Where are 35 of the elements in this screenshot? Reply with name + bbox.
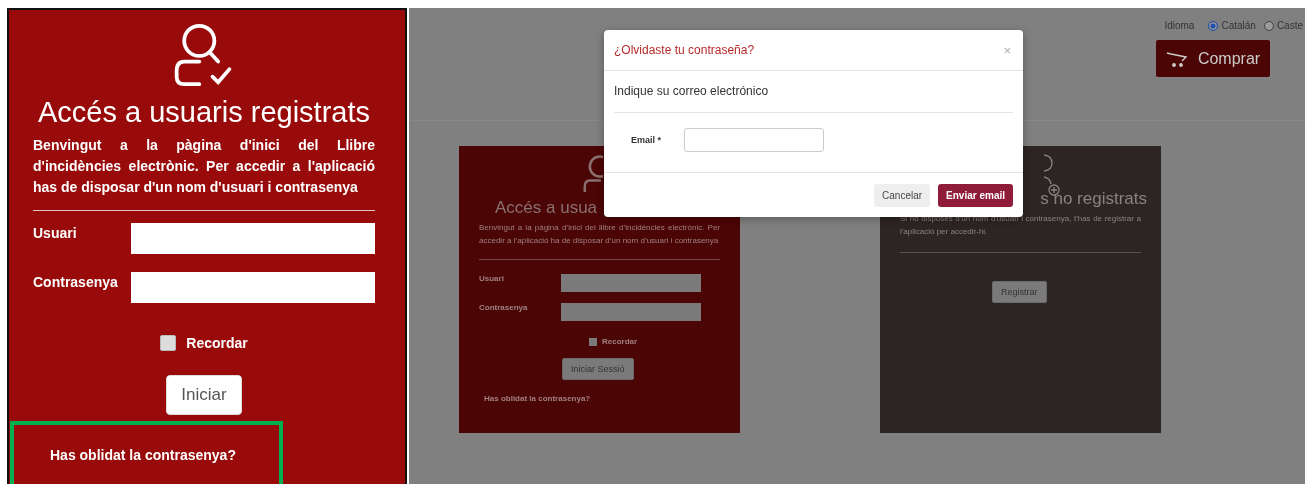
intro-text: Benvingut a la pàgina d’inici del llibre d’incidències electrònic. Per accedir a l’aplicació ha de disposar d’un nom d’usuari i contrasenya [479, 222, 720, 247]
language-label: Idioma [1164, 20, 1195, 31]
checkbox[interactable] [160, 335, 177, 351]
heading: Accés a usua [495, 198, 598, 218]
forgot-password-link[interactable]: Has oblidat la contrasenya? [484, 394, 720, 403]
intro-text: Benvingut a la pàgina d'inici del Llibre d'incidències electrònic. Per accedir a l'aplicació has de disposar d'un nom d'usuari i contrasenya [33, 136, 375, 197]
field-label: Usuari [33, 224, 78, 241]
email-field[interactable] [684, 128, 824, 152]
radio-label: Catalán [1221, 20, 1256, 31]
radio-button[interactable] [1208, 20, 1219, 31]
password-field[interactable] [131, 272, 375, 303]
modal-title: ¿Olvidaste tu contraseña? [614, 43, 755, 57]
username-field[interactable] [131, 223, 375, 254]
checkbox-label: Recordar [186, 335, 248, 351]
cancel-button[interactable]: Cancelar [874, 183, 931, 207]
radio-button[interactable] [1263, 20, 1274, 31]
radio-label: Caste [1276, 20, 1303, 31]
send-email-button[interactable]: Enviar email [938, 183, 1013, 207]
checkbox[interactable] [589, 337, 597, 346]
password-field[interactable] [561, 303, 701, 321]
user-plus-icon [1044, 153, 1060, 197]
prompt-text: Indique su correo electrónico [614, 71, 1013, 113]
field-label: Usuari [479, 274, 505, 283]
field-label: Contrasenya [33, 273, 119, 290]
heading: s no registrats [1040, 189, 1147, 209]
forgot-password-link[interactable]: Has oblidat la contrasenya? [50, 446, 236, 463]
username-field[interactable] [561, 274, 701, 292]
cart-icon [1165, 50, 1188, 67]
field-label: Contrasenya [479, 303, 529, 312]
checkbox-label: Recordar [602, 337, 638, 346]
user-check-icon [581, 154, 603, 192]
login-button[interactable]: Iniciar [166, 375, 242, 415]
heading: Accés a usuaris registrats [37, 96, 371, 129]
buy-button[interactable]: Comprar [1156, 40, 1270, 77]
field-label: Email * [631, 135, 662, 145]
